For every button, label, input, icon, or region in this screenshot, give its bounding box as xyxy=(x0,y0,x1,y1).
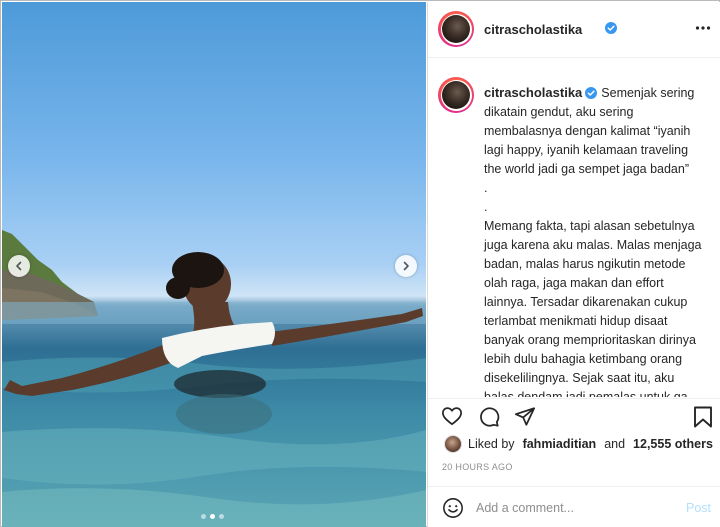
caption-section: citrascholastika Semenjak sering dikatain… xyxy=(428,59,720,397)
carousel-dot-active xyxy=(210,514,215,519)
verified-badge-icon xyxy=(605,22,617,34)
avatar-image xyxy=(442,81,470,109)
post-side-panel: citrascholastika citrascholastika Semenja… xyxy=(427,2,720,527)
header-username[interactable]: citrascholastika xyxy=(484,22,582,37)
post-timestamp[interactable]: 20 HOURS AGO xyxy=(442,462,513,472)
liked-by-prefix: Liked by xyxy=(468,437,515,451)
photo-scene xyxy=(2,230,426,527)
carousel-dot xyxy=(219,514,224,519)
comment-input[interactable] xyxy=(476,498,666,518)
comment-bubble-icon[interactable] xyxy=(478,406,500,428)
chevron-left-icon xyxy=(16,261,22,271)
post-header: citrascholastika xyxy=(428,2,720,58)
caption-avatar[interactable] xyxy=(438,77,474,113)
instagram-post-window: citrascholastika citrascholastika Semenja… xyxy=(0,0,720,527)
profile-avatar[interactable] xyxy=(438,11,474,47)
bookmark-icon[interactable] xyxy=(693,406,713,428)
caption-text: Semenjak sering dikatain gendut, aku ser… xyxy=(484,86,702,397)
smiley-icon[interactable] xyxy=(442,497,464,519)
post-comment-button[interactable]: Post xyxy=(686,501,711,515)
liked-by-and: and xyxy=(604,437,626,451)
more-horizontal-icon[interactable] xyxy=(695,20,711,36)
carousel-dots xyxy=(201,514,224,519)
carousel-dot xyxy=(201,514,206,519)
avatar-ring-inner xyxy=(440,79,472,111)
paper-plane-icon[interactable] xyxy=(514,406,536,427)
heart-icon[interactable] xyxy=(441,406,463,426)
carousel-prev-button[interactable] xyxy=(8,255,30,277)
carousel-next-button[interactable] xyxy=(395,255,417,277)
likes-summary: Liked by fahmiaditian and 12,555 others xyxy=(444,434,713,454)
liked-by-user[interactable]: fahmiaditian xyxy=(523,437,597,451)
liked-by-others[interactable]: 12,555 others xyxy=(633,437,713,451)
comment-bar: Post xyxy=(428,486,720,527)
caption-username[interactable]: citrascholastika xyxy=(484,85,582,100)
verified-badge-icon xyxy=(585,87,598,99)
avatar-image xyxy=(442,15,470,43)
avatar-ring-inner xyxy=(440,13,472,45)
post-actions-bar xyxy=(428,398,720,428)
chevron-right-icon xyxy=(403,261,409,271)
post-caption: citrascholastika Semenjak sering dikatain… xyxy=(484,83,706,397)
liker-avatar[interactable] xyxy=(444,435,462,453)
post-photo[interactable] xyxy=(2,2,426,527)
